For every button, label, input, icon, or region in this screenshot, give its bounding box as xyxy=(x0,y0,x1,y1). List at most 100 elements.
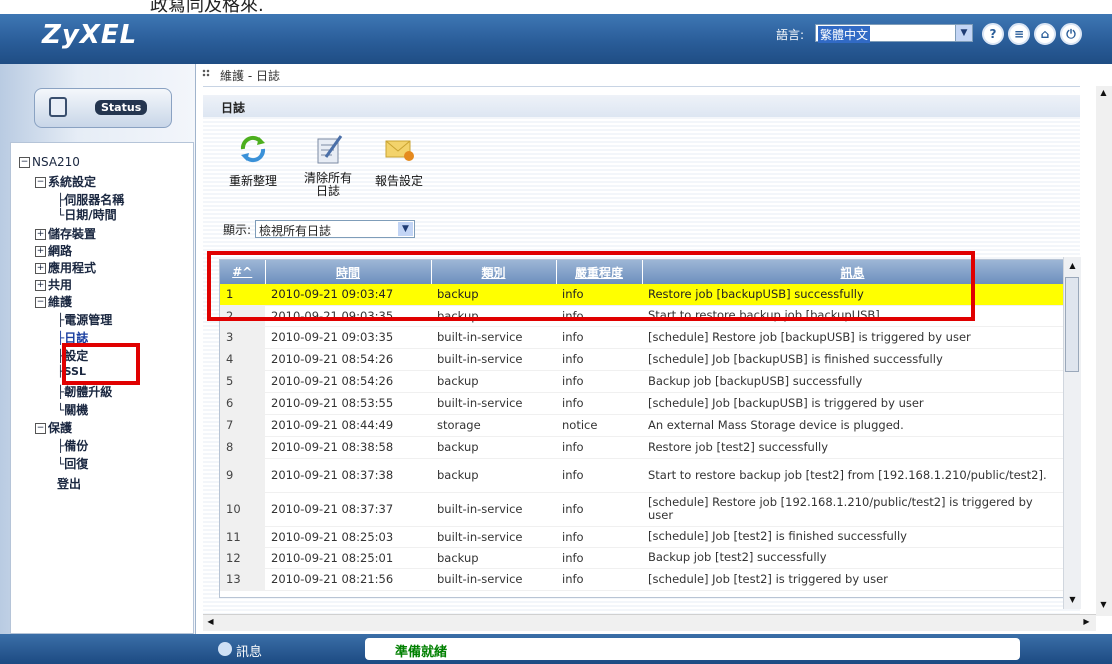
tree-protect[interactable]: − 保護 xyxy=(35,419,72,436)
row-number: 6 xyxy=(220,392,265,415)
row-number: 7 xyxy=(220,414,265,437)
refresh-button[interactable]: 重新整理 xyxy=(225,133,281,189)
expand-icon[interactable]: + xyxy=(35,246,46,257)
chevron-down-icon[interactable]: ▼ xyxy=(955,25,972,41)
row-message: [schedule] Job [backupUSB] is finished s… xyxy=(642,348,1063,371)
scrollbar-thumb[interactable] xyxy=(1065,277,1079,372)
message-icon xyxy=(218,642,232,656)
row-number: 13 xyxy=(220,568,265,591)
row-message: Backup job [test2] successfully xyxy=(642,547,1063,569)
expand-icon[interactable]: + xyxy=(35,280,46,291)
table-row[interactable]: 8 2010-09-21 08:38:58 backup info Restore jo… xyxy=(220,436,1063,459)
expand-icon[interactable]: + xyxy=(35,229,46,240)
row-severity: info xyxy=(556,458,642,493)
app-header: ZyXEL 語言: 繁體中文 ▼ ? ≡ ⌂ ⏻ xyxy=(0,14,1112,64)
clear-label: 清除所有日誌 xyxy=(303,171,352,198)
row-time: 2010-09-21 09:03:35 xyxy=(265,326,431,349)
status-button[interactable]: Status xyxy=(34,88,172,128)
scroll-right-icon[interactable]: ▶ xyxy=(1079,615,1094,629)
row-number: 4 xyxy=(220,348,265,371)
row-category: built-in-service xyxy=(431,348,556,371)
collapse-icon[interactable]: − xyxy=(35,423,46,434)
row-severity: info xyxy=(556,392,642,415)
row-time: 2010-09-21 08:37:38 xyxy=(265,458,431,493)
collapse-icon[interactable]: − xyxy=(35,177,46,188)
top-caption: 政寫同及格來. xyxy=(0,0,1112,14)
row-time: 2010-09-21 08:38:58 xyxy=(265,436,431,459)
tree-share[interactable]: + 共用 xyxy=(35,276,72,293)
annotation-box xyxy=(207,251,975,321)
tree-restore[interactable]: └回復 xyxy=(57,455,88,472)
doc-icon[interactable]: ≡ xyxy=(1008,23,1030,45)
table-row[interactable]: 12 2010-09-21 08:25:01 backup info Backup jo… xyxy=(220,547,1063,569)
row-number: 12 xyxy=(220,547,265,569)
table-row[interactable]: 11 2010-09-21 08:25:03 built-in-service inf… xyxy=(220,526,1063,548)
row-severity: info xyxy=(556,492,642,527)
help-icon[interactable]: ? xyxy=(982,23,1004,45)
zyxel-logo: ZyXEL xyxy=(42,20,138,50)
tree-root[interactable]: − NSA210 xyxy=(19,155,80,169)
page-scrollbar[interactable]: ▲ ▼ xyxy=(1096,86,1112,616)
annotation-box xyxy=(62,343,140,385)
horizontal-scrollbar[interactable]: ◀ ▶ xyxy=(203,614,1096,631)
expand-icon[interactable]: + xyxy=(35,263,46,274)
tree-network[interactable]: + 網路 xyxy=(35,242,72,259)
log-filter-select[interactable]: 檢視所有日誌 ▼ xyxy=(255,220,415,238)
language-select[interactable]: 繁體中文 ▼ xyxy=(815,24,973,43)
refresh-label: 重新整理 xyxy=(228,174,277,188)
scroll-down-icon[interactable]: ▼ xyxy=(1096,598,1111,612)
tree-system[interactable]: − 系統設定 xyxy=(35,173,96,190)
tree-maintenance[interactable]: − 維護 xyxy=(35,293,72,310)
row-category: built-in-service xyxy=(431,492,556,527)
tree-power[interactable]: ├電源管理 xyxy=(57,311,112,328)
tree-apps[interactable]: + 應用程式 xyxy=(35,259,96,276)
table-row[interactable]: 7 2010-09-21 08:44:49 storage notice An exte… xyxy=(220,414,1063,437)
status-message: 準備就緒 xyxy=(365,638,1020,660)
sidebar: Status − NSA210 − 系統設定 ├伺服器名稱 └日期/時間 + 儲存裝置… xyxy=(0,64,196,634)
table-row[interactable]: 4 2010-09-21 08:54:26 built-in-service info… xyxy=(220,348,1063,371)
row-message: [schedule] Job [test2] is triggered by u… xyxy=(642,568,1063,591)
row-category: built-in-service xyxy=(431,326,556,349)
table-scrollbar[interactable]: ▲ ▼ xyxy=(1063,257,1081,609)
table-row[interactable]: 13 2010-09-21 08:21:56 built-in-service inf… xyxy=(220,568,1063,591)
report-settings-button[interactable]: 報告設定 xyxy=(369,133,429,189)
tree-storage[interactable]: + 儲存裝置 xyxy=(35,225,96,242)
row-time: 2010-09-21 08:25:01 xyxy=(265,547,431,569)
tree-firmware[interactable]: ├韌體升級 xyxy=(57,383,112,400)
collapse-icon[interactable]: − xyxy=(19,157,30,168)
scroll-down-icon[interactable]: ▼ xyxy=(1065,593,1080,607)
tree-logout[interactable]: 登出 xyxy=(57,475,81,492)
logout-icon[interactable]: ⏻ xyxy=(1060,23,1082,45)
row-message: [schedule] Restore job [192.168.1.210/pu… xyxy=(642,492,1063,527)
collapse-icon[interactable]: − xyxy=(35,297,46,308)
clear-icon xyxy=(317,135,343,164)
nav-tree: − NSA210 − 系統設定 ├伺服器名稱 └日期/時間 + 儲存裝置 + 網路 + 應… xyxy=(10,142,194,634)
row-message: [schedule] Restore job [backupUSB] is tr… xyxy=(642,326,1063,349)
chevron-down-icon[interactable]: ▼ xyxy=(398,222,413,236)
row-message: Restore job [test2] successfully xyxy=(642,436,1063,459)
tree-backup[interactable]: ├備份 xyxy=(57,437,88,454)
row-message: An external Mass Storage device is plugg… xyxy=(642,414,1063,437)
row-category: backup xyxy=(431,458,556,493)
row-severity: info xyxy=(556,436,642,459)
clear-logs-button[interactable]: 清除所有日誌 xyxy=(295,133,361,198)
scroll-up-icon[interactable]: ▲ xyxy=(1096,86,1111,100)
scroll-left-icon[interactable]: ◀ xyxy=(203,615,218,629)
table-row[interactable]: 6 2010-09-21 08:53:55 built-in-service info… xyxy=(220,392,1063,415)
mail-icon xyxy=(385,140,414,161)
status-bar: 訊息 準備就緒 xyxy=(0,634,1112,664)
table-row[interactable]: 3 2010-09-21 09:03:35 built-in-service info… xyxy=(220,326,1063,349)
table-row[interactable]: 5 2010-09-21 08:54:26 backup info Backup job… xyxy=(220,370,1063,393)
table-row[interactable]: 9 2010-09-21 08:37:38 backup info Start to r… xyxy=(220,458,1063,493)
tree-datetime[interactable]: └日期/時間 xyxy=(57,206,117,223)
row-severity: notice xyxy=(556,414,642,437)
tree-shutdown[interactable]: └關機 xyxy=(57,401,88,418)
home-icon[interactable]: ⌂ xyxy=(1034,23,1056,45)
table-row[interactable]: 10 2010-09-21 08:37:37 built-in-service inf… xyxy=(220,492,1063,527)
row-time: 2010-09-21 08:37:37 xyxy=(265,492,431,527)
panel-title: 日誌 xyxy=(203,95,1080,117)
row-category: storage xyxy=(431,414,556,437)
row-number: 3 xyxy=(220,326,265,349)
status-label: Status xyxy=(95,100,148,115)
scroll-up-icon[interactable]: ▲ xyxy=(1065,259,1080,273)
